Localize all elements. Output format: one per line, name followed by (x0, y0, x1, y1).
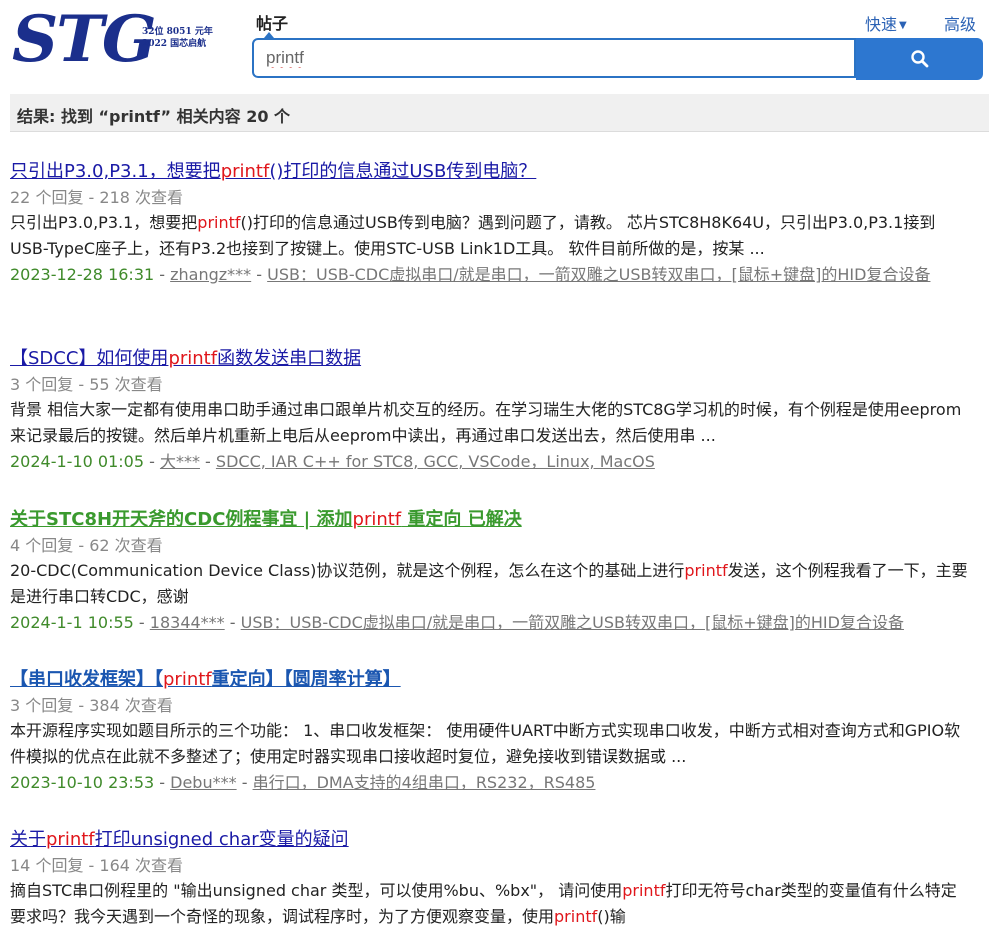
snippet-highlight: printf (554, 907, 598, 926)
result-author-link[interactable]: zhangz*** (170, 265, 251, 284)
title-text: 关于STC8H开天斧的CDC例程事宜 | 添加 (10, 509, 353, 530)
title-highlight: printf (220, 161, 270, 182)
result-item: 关于printf打印unsigned char变量的疑问 14 个回复 - 16… (10, 828, 970, 930)
result-snippet: 本开源程序实现如题目所示的三个功能： 1、串口收发框架： 使用硬件UART中断方… (10, 721, 961, 766)
result-stats: 3 个回复 - 55 次查看 (10, 375, 163, 394)
search-box (252, 38, 856, 78)
title-highlight: printf (352, 509, 402, 530)
logo-text: STG (12, 2, 156, 77)
title-text: 重定向】【圆周率计算】 (211, 669, 401, 690)
result-snippet: 只引出P3.0,P3.1，想要把printf()打印的信息通过USB传到电脑？遇… (10, 210, 970, 262)
result-meta: 2024-1-1 10:55 - 18344*** - USB：USB-CDC虚… (10, 613, 904, 632)
result-stats: 3 个回复 - 384 次查看 (10, 696, 173, 715)
advanced-search-link[interactable]: 高级 (944, 11, 976, 35)
result-stats: 14 个回复 - 164 次查看 (10, 856, 184, 875)
result-author-link[interactable]: 18344*** (150, 613, 225, 632)
result-meta: 2023-12-28 16:31 - zhangz*** - USB：USB-C… (10, 265, 931, 284)
result-date: 2024-1-10 01:05 (10, 452, 144, 471)
logo-tagline-2: 2022 国芯启航 (142, 39, 207, 49)
result-stats: 22 个回复 - 218 次查看 (10, 188, 184, 207)
title-text: 【SDCC】如何使用 (10, 348, 169, 369)
snippet-highlight: printf (197, 213, 241, 232)
title-text: 重定向 已解决 (401, 509, 522, 530)
search-button[interactable] (856, 38, 983, 80)
result-snippet: 摘自STC串口例程里的 "输出unsigned char 类型，可以使用%bu、… (10, 878, 970, 930)
title-text: 打印unsigned char变量的疑问 (94, 829, 349, 850)
snippet-text: 20-CDC(Communication Device Class)协议范例，就… (10, 561, 685, 580)
title-text: 【串口收发框架】【 (10, 669, 163, 690)
snippet-text: ()输 (597, 907, 626, 926)
search-header: STG 32位 8051 元年 2022 国芯启航 帖子 快速 ▼ 高级 (0, 0, 989, 92)
snippet-text: 只引出P3.0,P3.1，想要把 (10, 213, 198, 232)
title-highlight: printf (46, 829, 95, 850)
snippet-highlight: printf (684, 561, 728, 580)
search-icon (910, 50, 928, 68)
result-title-link[interactable]: 关于printf打印unsigned char变量的疑问 (10, 828, 349, 852)
result-title-link[interactable]: 【串口收发框架】【printf重定向】【圆周率计算】 (10, 668, 401, 692)
snippet-text: 摘自STC串口例程里的 "输出unsigned char 类型，可以使用%bu、… (10, 881, 623, 900)
result-title-link[interactable]: 只引出P3.0,P3.1，想要把printf()打印的信息通过USB传到电脑？ (10, 160, 536, 184)
title-text: 关于 (10, 829, 46, 850)
result-summary-bar: 结果: 找到 “printf” 相关内容 20 个 (10, 94, 989, 132)
result-stats: 4 个回复 - 62 次查看 (10, 536, 163, 555)
title-text: ()打印的信息通过USB传到电脑？ (269, 161, 537, 182)
result-item: 关于STC8H开天斧的CDC例程事宜 | 添加printf 重定向 已解决 4 … (10, 508, 970, 636)
result-forum-link[interactable]: USB：USB-CDC虚拟串口/就是串口，一箭双雕之USB转双串口，[鼠标+键盘… (267, 265, 930, 284)
quick-search-label: 快速 (865, 15, 898, 34)
result-meta: 2024-1-10 01:05 - 大*** - SDCC, IAR C++ f… (10, 452, 655, 471)
result-date: 2023-10-10 23:53 (10, 773, 155, 792)
title-text: 只引出P3.0,P3.1，想要把 (10, 161, 221, 182)
result-item: 只引出P3.0,P3.1，想要把printf()打印的信息通过USB传到电脑？ … (10, 160, 970, 288)
result-title-link[interactable]: 关于STC8H开天斧的CDC例程事宜 | 添加printf 重定向 已解决 (10, 508, 522, 532)
result-snippet: 20-CDC(Communication Device Class)协议范例，就… (10, 558, 970, 610)
result-forum-link[interactable]: SDCC, IAR C++ for STC8, GCC, VSCode，Linu… (216, 452, 655, 471)
search-scope-label[interactable]: 帖子 (256, 10, 288, 34)
result-item: 【SDCC】如何使用printf函数发送串口数据 3 个回复 - 55 次查看 … (10, 347, 970, 475)
title-text: 函数发送串口数据 (217, 348, 362, 369)
search-input[interactable] (264, 40, 848, 76)
snippet-highlight: printf (622, 881, 666, 900)
result-summary: 结果: 找到 “printf” 相关内容 20 个 (17, 107, 291, 126)
result-author-link[interactable]: 大*** (160, 452, 200, 471)
result-date: 2023-12-28 16:31 (10, 265, 155, 284)
result-meta: 2023-10-10 23:53 - Debu*** - 串行口，DMA支持的4… (10, 773, 596, 792)
result-forum-link[interactable]: 串行口，DMA支持的4组串口，RS232，RS485 (253, 773, 596, 792)
caret-down-icon: ▼ (899, 20, 907, 31)
result-date: 2024-1-1 10:55 (10, 613, 134, 632)
result-forum-link[interactable]: USB：USB-CDC虚拟串口/就是串口，一箭双雕之USB转双串口，[鼠标+键盘… (241, 613, 904, 632)
title-highlight: printf (168, 348, 218, 369)
site-logo[interactable]: STG 32位 8051 元年 2022 国芯启航 (12, 2, 242, 78)
result-snippet: 背景 相信大家一定都有使用串口助手通过串口跟单片机交互的经历。在学习瑞生大佬的S… (10, 400, 962, 445)
result-author-link[interactable]: Debu*** (170, 773, 236, 792)
result-item: 【串口收发框架】【printf重定向】【圆周率计算】 3 个回复 - 384 次… (10, 668, 970, 796)
quick-search-dropdown[interactable]: 快速 ▼ (865, 11, 907, 35)
result-title-link[interactable]: 【SDCC】如何使用printf函数发送串口数据 (10, 347, 361, 371)
title-highlight: printf (163, 669, 212, 690)
